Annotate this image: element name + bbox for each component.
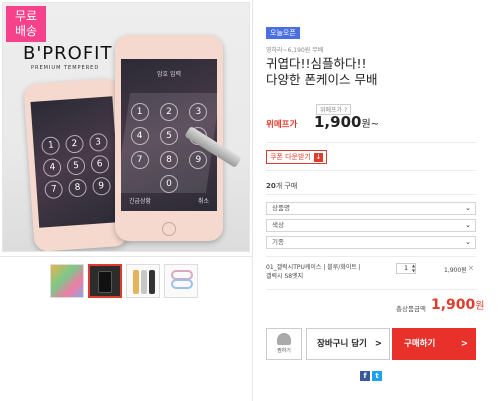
- product-main-image: 무료 배송 B'PROFIT PREMIUM TEMPERED 123 456 …: [2, 2, 250, 252]
- model-select[interactable]: 기종 ⌄: [266, 236, 476, 249]
- selected-option-name: 01_갤럭시TPU케이스 | 블루/화이트 | 갤럭시 S8엣지: [266, 264, 361, 280]
- facebook-icon[interactable]: f: [360, 371, 370, 381]
- brand-name: B'PROFIT: [23, 43, 113, 64]
- color-select[interactable]: 색상 ⌄: [266, 219, 476, 232]
- divider: [0, 256, 252, 257]
- buy-now-button[interactable]: 구매하기 >: [392, 328, 476, 360]
- sold-number: 20: [266, 182, 276, 190]
- total-label: 총상품금액: [396, 305, 426, 313]
- badge-line2: 배송: [14, 24, 38, 38]
- total-price: 1,900원: [431, 297, 485, 313]
- column-divider: [252, 0, 253, 401]
- brand-tagline: PREMIUM TEMPERED: [31, 65, 100, 71]
- title-line1: 귀엽다!!심플하다!!: [266, 56, 367, 71]
- chevron-down-icon: ⌄: [465, 204, 471, 212]
- download-icon: ↓: [313, 153, 323, 162]
- wishlist-button[interactable]: 찜하기: [266, 328, 302, 360]
- product-subtitle: 영하라~6,190원 무배: [266, 47, 324, 54]
- quantity-stepper[interactable]: ▲ ▼: [412, 263, 415, 273]
- product-name-select[interactable]: 상품명 ⌄: [266, 202, 476, 215]
- thumbnail-strip: [50, 264, 198, 298]
- price-value: 1,900: [314, 113, 362, 131]
- divider: [266, 142, 476, 143]
- coupon-download-button[interactable]: 쿠폰 다운받기 ↓: [266, 150, 327, 164]
- buy-label: 구매하기: [404, 339, 436, 349]
- sold-suffix: 개 구매: [275, 182, 298, 190]
- cart-label: 장바구니 담기: [317, 339, 367, 349]
- divider: [266, 256, 476, 257]
- phone-image-back: 123 456 789: [23, 77, 129, 251]
- thumbnail-2[interactable]: [88, 264, 122, 298]
- divider: [266, 289, 476, 290]
- home-button-icon: [162, 222, 176, 236]
- remove-option-icon[interactable]: ×: [468, 264, 474, 272]
- chevron-right-icon: >: [460, 339, 468, 349]
- total-unit: 원: [475, 301, 485, 312]
- today-open-tag: 오늘오픈: [266, 27, 300, 39]
- free-shipping-badge: 무료 배송: [6, 6, 46, 42]
- thumbnail-4[interactable]: [164, 264, 198, 298]
- sold-count: 20개 구매: [266, 181, 297, 191]
- divider: [266, 170, 476, 171]
- product-title: 귀엽다!!심플하다!! 다양한 폰케이스 무배: [266, 56, 486, 88]
- select-label: 색상: [272, 221, 284, 229]
- emergency-label: 긴급상황: [129, 198, 152, 205]
- twitter-icon[interactable]: t: [372, 371, 382, 381]
- add-to-cart-button[interactable]: 장바구니 담기 >: [306, 328, 390, 360]
- chevron-down-icon: ⌄: [465, 221, 471, 229]
- thumbnail-1[interactable]: [50, 264, 84, 298]
- select-label: 기종: [272, 238, 284, 246]
- chevron-right-icon: >: [374, 339, 382, 349]
- title-line2: 다양한 폰케이스 무배: [266, 72, 378, 87]
- badge-line1: 무료: [14, 9, 38, 23]
- cancel-label: 취소: [197, 198, 209, 205]
- price-label: 위메프가: [266, 120, 298, 130]
- thumbnail-3[interactable]: [126, 264, 160, 298]
- share-buttons: f t: [360, 371, 382, 381]
- brand-logo: B'PROFIT PREMIUM TEMPERED: [23, 43, 112, 71]
- select-label: 상품명: [272, 204, 290, 212]
- price: 1,900원~: [314, 113, 379, 131]
- coupon-label: 쿠폰 다운받기: [270, 153, 311, 161]
- chevron-down-icon: ⌄: [465, 238, 471, 246]
- wishlist-label: 찜하기: [277, 348, 291, 354]
- divider: [266, 194, 476, 195]
- price-unit: 원~: [361, 119, 380, 130]
- option-price: 1,900원: [444, 267, 467, 274]
- heart-icon: [277, 333, 291, 345]
- product-page: 무료 배송 B'PROFIT PREMIUM TEMPERED 123 456 …: [0, 0, 500, 401]
- total-amount: 1,900: [431, 297, 476, 313]
- phone-screen-title: 암호 입력: [157, 71, 181, 78]
